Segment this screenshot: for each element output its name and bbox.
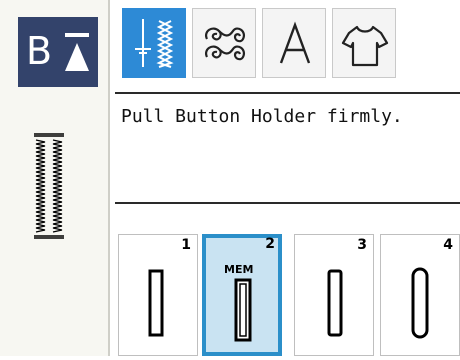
tab-decorative-stitch[interactable] (192, 8, 256, 78)
tab-garment[interactable] (332, 8, 396, 78)
buttonhole-mode-button[interactable]: B (18, 17, 98, 87)
up-triangle-icon (65, 33, 89, 71)
tab-utility-stitch[interactable] (122, 8, 186, 78)
standard-buttonhole-icon (234, 278, 252, 342)
oval-buttonhole-icon (411, 267, 429, 339)
divider-top (115, 92, 460, 94)
utility-stitch-icon (135, 19, 174, 68)
square-buttonhole-icon (148, 269, 164, 337)
shirt-icon (341, 25, 389, 67)
divider-bottom (115, 202, 460, 204)
left-sidebar: B (0, 0, 110, 356)
buttonhole-stitch-preview-icon (34, 133, 64, 239)
tab-letters[interactable] (262, 8, 326, 78)
buttonhole-option-4[interactable]: 4 (380, 234, 460, 356)
stitch-category-tabs (115, 0, 460, 92)
instruction-message: Pull Button Holder firmly. (121, 106, 403, 127)
decorative-scroll-icon (205, 27, 245, 61)
mode-label: B (26, 29, 53, 73)
buttonhole-option-1[interactable]: 1 (118, 234, 198, 356)
buttonhole-option-3[interactable]: 3 (294, 234, 374, 356)
letter-a-icon (279, 21, 311, 64)
rounded-buttonhole-icon (327, 269, 343, 337)
buttonhole-option-2[interactable]: 2 MEM (202, 234, 282, 356)
